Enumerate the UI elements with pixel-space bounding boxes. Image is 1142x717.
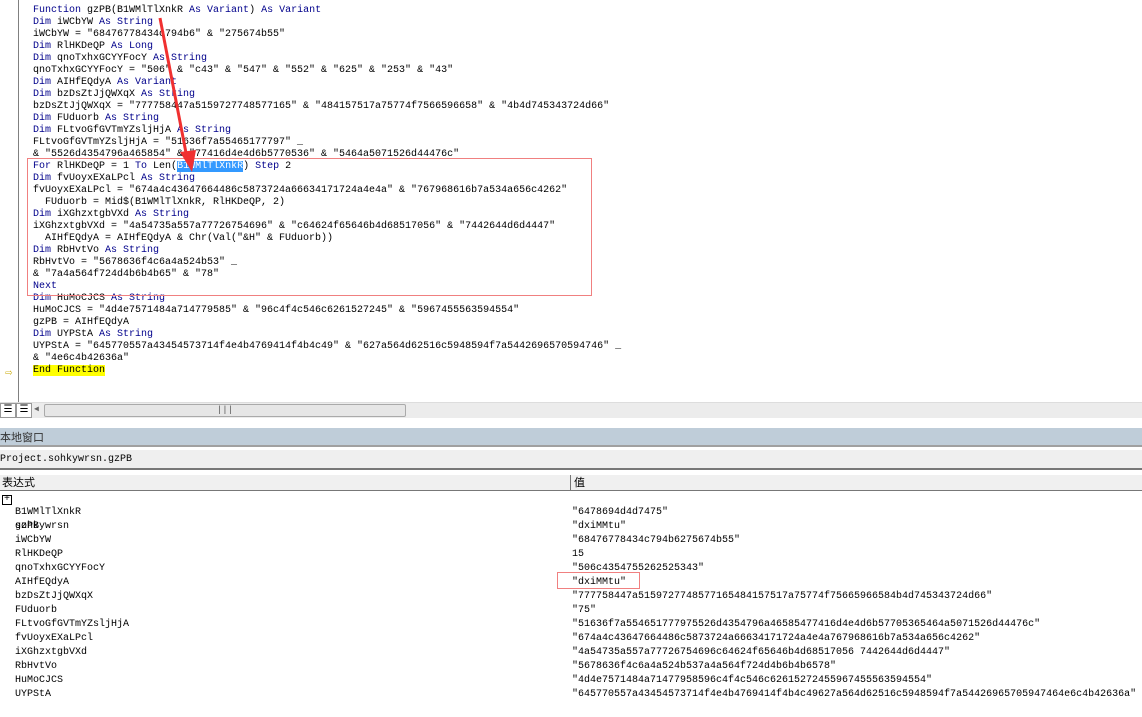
variable-name: FUduorb <box>15 605 58 616</box>
variable-name: qnoTxhxGCYYFocY <box>15 563 106 574</box>
scroll-thumb[interactable]: ||| <box>44 404 406 417</box>
locals-row[interactable]: FUduorb "75" <box>0 604 1142 618</box>
code-line[interactable]: Dim UYPStA As String <box>33 329 153 341</box>
variable-value[interactable]: "68476778434c794b6275674b55" <box>572 534 740 548</box>
variable-value[interactable]: "51636f7a554651777975526d4354796a4658547… <box>572 618 1040 632</box>
variable-value[interactable]: "dxiMMtu" <box>572 520 626 534</box>
variable-value[interactable]: "6478694d4d7475" <box>572 506 668 520</box>
locals-row[interactable]: HuMoCJCS "4d4e7571484a71477958596c4f4c546… <box>0 674 1142 688</box>
variable-name: FLtvoGfGVTmYZsljHjA <box>15 619 130 630</box>
variable-name: AIHfEQdyA <box>15 577 70 588</box>
variable-name: iWCbYW <box>15 535 52 546</box>
locals-window-title: 本地窗口 <box>0 428 1142 447</box>
variable-value[interactable]: "777758447a5159727748577165484157517a757… <box>572 590 992 604</box>
code-text: UYPStA <box>57 329 100 340</box>
variable-name: bzDsZtJjQWXqX <box>15 591 94 602</box>
locals-row[interactable]: bzDsZtJjQWXqX "777758447a5159727748577165… <box>0 590 1142 604</box>
code-line[interactable]: HuMoCJCS = "4d4e7571484a714779585" & "96… <box>33 305 519 317</box>
code-horizontal-scrollbar[interactable]: ☰ ☰ ◀ ||| <box>0 402 1142 418</box>
variable-value[interactable]: "4d4e7571484a71477958596c4f4c546c6261527… <box>572 674 932 688</box>
variable-name: gzPB <box>15 521 40 532</box>
variable-value[interactable]: "4a54735a557a77726754696c64624f65646b4d6… <box>572 646 950 660</box>
variable-name: HuMoCJCS <box>15 675 64 686</box>
variable-name: fvUoyxEXaLPcl <box>15 633 94 644</box>
locals-row[interactable]: UYPStA "645770557a43454573714f4e4b4769414… <box>0 688 1142 702</box>
locals-row[interactable]: iWCbYW "68476778434c794b6275674b55" <box>0 534 1142 548</box>
locals-row[interactable]: B1WMlTlXnkR "6478694d4d7475" <box>0 506 1142 520</box>
code-editor[interactable]: Function gzPB(B1WMlTlXnkR As Variant) As… <box>0 0 1142 402</box>
locals-row[interactable]: fvUoyxEXaLPcl "674a4c43647664486c5873724a… <box>0 632 1142 646</box>
execution-pointer-icon: ⇨ <box>5 366 13 380</box>
variable-name: RlHKDeQP <box>15 549 64 560</box>
variable-value[interactable]: "674a4c43647664486c5873724a66634171724a4… <box>572 632 980 646</box>
column-expression[interactable]: 表达式 <box>2 475 35 490</box>
locals-row[interactable]: iXGhzxtgbVXd "4a54735a557a77726754696c646… <box>0 646 1142 660</box>
variable-name: B1WMlTlXnkR <box>15 507 82 518</box>
code-line[interactable]: UYPStA = "645770557a43454573714f4e4b4769… <box>33 341 621 353</box>
current-statement: End Function <box>33 365 106 376</box>
column-value[interactable]: 值 <box>570 475 585 491</box>
variable-name: iXGhzxtgbVXd <box>15 647 88 658</box>
code-line[interactable]: & "4e6c4b42636a" <box>33 353 129 365</box>
locals-context: Project.sohkywrsn.gzPB <box>0 450 1142 470</box>
locals-row[interactable]: FLtvoGfGVTmYZsljHjA "51636f7a554651777975… <box>0 618 1142 632</box>
code-text: gzPB = AIHfEQdyA <box>33 317 130 328</box>
locals-row-module[interactable]: + sohkywrsn <box>0 492 1142 532</box>
keyword: Dim <box>33 329 58 340</box>
code-line[interactable]: End Function <box>33 365 106 377</box>
expand-plus-icon[interactable]: + <box>2 495 12 505</box>
variable-value[interactable]: "5678636f4c6a4a524b537a4a564f724d4b6b4b6… <box>572 660 836 674</box>
scroll-left-icon[interactable]: ◀ <box>34 404 39 414</box>
variable-name: RbHvtVo <box>15 661 58 672</box>
keyword: As String <box>99 329 154 340</box>
locals-row[interactable]: RbHvtVo "5678636f4c6a4a524b537a4a564f724d… <box>0 660 1142 674</box>
code-text: & "4e6c4b42636a" <box>33 353 130 364</box>
code-text: UYPStA = "645770557a43454573714f4e4b4769… <box>33 341 622 352</box>
locals-row[interactable]: gzPB "dxiMMtu" <box>0 520 1142 534</box>
annotation-box-value <box>557 572 640 589</box>
procedure-view-button[interactable]: ☰ <box>0 403 16 418</box>
full-module-view-button[interactable]: ☰ <box>16 403 32 418</box>
locals-row[interactable]: RlHKDeQP 15 <box>0 548 1142 562</box>
code-text: HuMoCJCS = "4d4e7571484a714779585" & "96… <box>33 305 520 316</box>
code-line[interactable]: gzPB = AIHfEQdyA <box>33 317 129 329</box>
variable-name: UYPStA <box>15 689 52 700</box>
variable-value[interactable]: "645770557a43454573714f4e4b4769414f4b4c4… <box>572 688 1136 702</box>
annotation-arrow <box>158 17 196 172</box>
variable-value[interactable]: 15 <box>572 548 584 562</box>
variable-value[interactable]: "75" <box>572 604 596 618</box>
locals-header: 表达式 值 <box>0 475 1142 491</box>
